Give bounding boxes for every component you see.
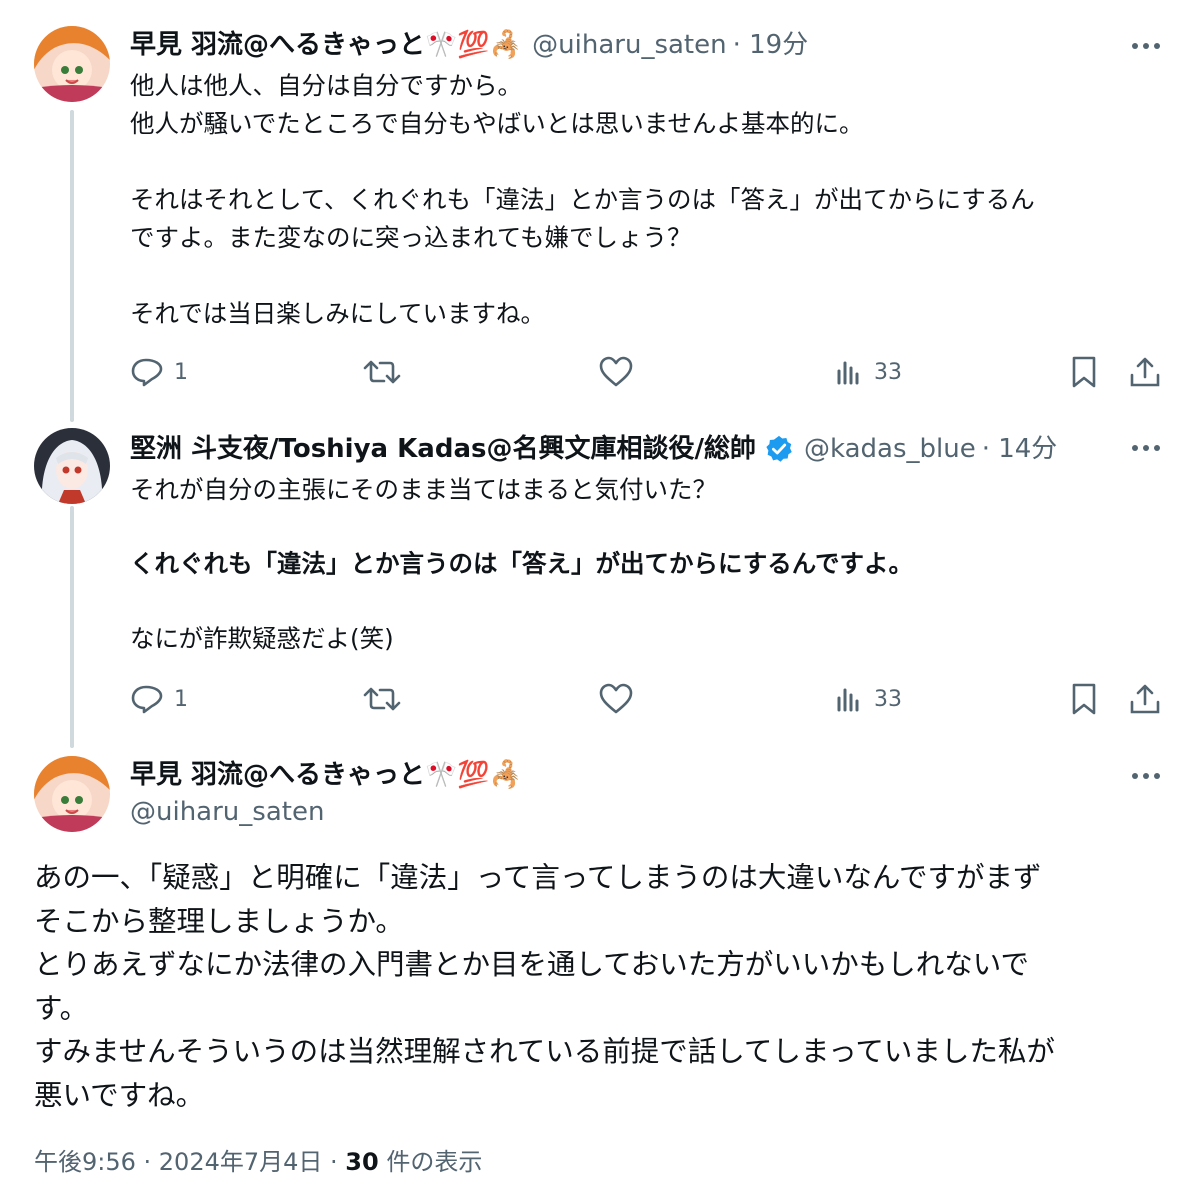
thread-line [70,506,74,748]
analytics-icon [837,688,859,712]
tweet-text-bold: くれぐれも「違法」とか言うのは「答え」が出てからにするんですよ。 [130,549,914,578]
main-tweet-text: あの一、「疑惑」と明確に「違法」って言ってしまうのは大違いなんですがまず そこか… [34,861,1055,1112]
retweet-button[interactable] [362,352,402,392]
share-icon [1130,357,1160,387]
avatar[interactable] [34,428,110,504]
tweet-meta: 午後9:56 · 2024年7月4日 · 30 件の表示 [34,1145,482,1179]
post-timestamp[interactable]: 午後9:56 · 2024年7月4日 · [34,1148,345,1176]
tweet-actions: 1 33 [130,679,1166,719]
tweet-text: なにが詐欺疑惑だよ(笑) [130,624,394,653]
handle[interactable]: @kadas_blue [804,432,976,466]
bookmark-icon [1072,683,1096,715]
more-icon[interactable] [1130,30,1162,62]
handle[interactable]: @uiharu_saten [532,28,726,62]
share-button[interactable] [1128,679,1162,719]
views-button[interactable]: 33 [834,679,902,719]
retweet-button[interactable] [362,679,402,719]
verified-badge-icon [766,435,792,462]
share-button[interactable] [1128,352,1162,392]
views-button[interactable]: 33 [834,352,902,392]
more-icon[interactable] [1130,432,1162,464]
like-button[interactable] [598,679,634,719]
reply-button[interactable]: 1 [130,352,188,392]
bookmark-icon [1072,356,1096,388]
view-label: 件の表示 [386,1148,483,1176]
retweet-icon [363,687,401,711]
bookmark-button[interactable] [1068,679,1100,719]
heart-icon [599,356,633,387]
view-count: 33 [874,686,902,712]
reply-icon [131,358,163,387]
view-count: 30 [345,1148,379,1176]
share-icon [1130,684,1160,714]
avatar[interactable] [34,26,110,102]
avatar[interactable] [34,756,110,832]
display-name[interactable]: 早見 羽流@へるきゃっと🎌💯🦂 [130,758,522,792]
like-button[interactable] [598,352,634,392]
display-name[interactable]: 早見 羽流@へるきゃっと🎌💯🦂 [130,28,522,62]
tweet-actions: 1 33 [130,352,1166,392]
analytics-icon [837,361,859,385]
more-icon[interactable] [1130,760,1162,792]
tweet-header: 早見 羽流@へるきゃっと🎌💯🦂 @uiharu_saten · 19分 [130,28,808,62]
display-name[interactable]: 堅洲 斗支夜/Toshiya Kadas@名興文庫相談役/総帥 [130,432,756,466]
tweet-header: 堅洲 斗支夜/Toshiya Kadas@名興文庫相談役/総帥 @kadas_b… [130,432,1057,466]
timestamp[interactable]: · 14分 [982,432,1058,466]
thread-line [70,110,74,422]
reply-button[interactable]: 1 [130,679,188,719]
reply-count: 1 [174,359,188,385]
bookmark-button[interactable] [1068,352,1100,392]
retweet-icon [363,360,401,384]
view-count: 33 [874,359,902,385]
reply-icon [131,685,163,714]
reply-count: 1 [174,686,188,712]
tweet-text: それが自分の主張にそのまま当てはまると気付いた？ [130,475,718,504]
timestamp[interactable]: · 19分 [733,28,809,62]
tweet-text: 他人は他人、自分は自分ですから。 他人が騒いでたところで自分もやばいとは思いませ… [130,71,1035,328]
heart-icon [599,683,633,714]
handle[interactable]: @uiharu_saten [130,795,324,829]
